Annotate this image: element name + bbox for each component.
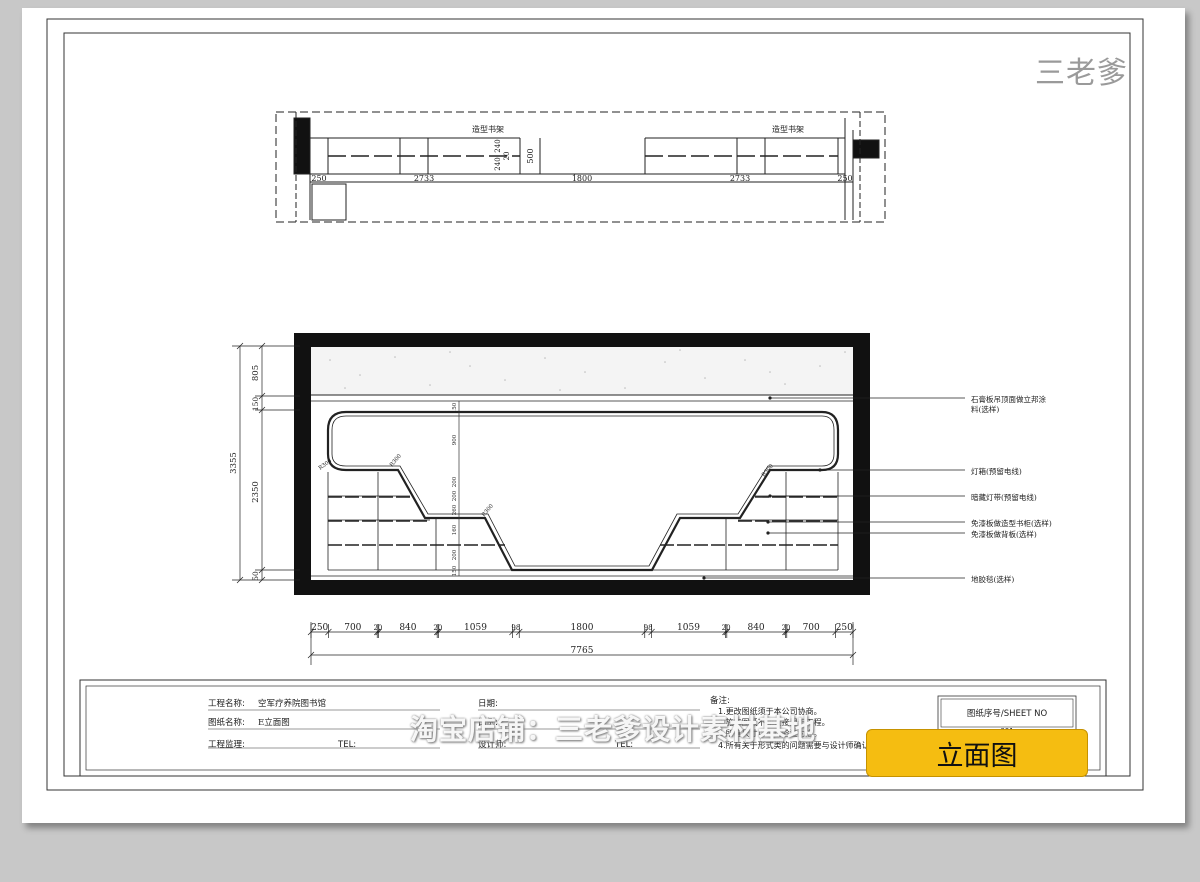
bottom-dim-label: 20 xyxy=(433,624,442,632)
annotation-ceiling-2: 料(选样) xyxy=(971,404,999,414)
plan-dim-5: 250 xyxy=(837,174,852,183)
inner-mark-7: 200 xyxy=(452,549,458,560)
plan-small-dim-3: 20 xyxy=(503,152,511,161)
plan-dim-1: 250 xyxy=(311,174,326,183)
annotations: 石膏板吊顶面做立邦涂 料(选样) 灯箱(预留电线) 暗藏灯带(预留电线) 免漆板… xyxy=(971,394,1052,584)
bottom-dim-label: 20 xyxy=(782,624,791,632)
inner-mark-4: 200 xyxy=(452,490,458,501)
vertical-dim-labels: 3355 805 150 2350 50 xyxy=(229,365,261,581)
shelf-right-label: 造型书架 xyxy=(772,124,804,134)
project-name-value: 空军疗养院图书馆 xyxy=(258,698,326,709)
leader-lines xyxy=(704,397,965,579)
watermark-top: 三老爹 xyxy=(1035,56,1128,91)
inner-mark-1: 150 xyxy=(452,402,458,413)
angle-mark-3: R300 xyxy=(481,503,495,518)
inner-marks: 150 900 200 200 260 160 200 150 R300 R30… xyxy=(318,402,776,576)
notes-label: 备注: xyxy=(710,695,730,706)
bottom-dim-label: 1059 xyxy=(677,623,700,633)
total-width-label: 7765 xyxy=(571,646,594,656)
inner-mark-6: 160 xyxy=(452,524,458,535)
plan-small-dim-2: 240 xyxy=(494,139,502,152)
height-part-3: 2350 xyxy=(251,481,261,503)
bottom-dim-label: 1800 xyxy=(571,623,594,633)
bottom-dim-label: 840 xyxy=(399,623,416,633)
watermark-shop: 淘宝店铺：三老爹设计素材基地 xyxy=(410,713,817,746)
bottom-dim-label: 20 xyxy=(722,624,731,632)
elevation-view xyxy=(294,333,870,595)
bottom-dim-label: 700 xyxy=(803,623,820,633)
height-part-4: 50 xyxy=(251,571,260,581)
height-total-label: 3355 xyxy=(229,452,239,474)
drawing-name-label: 图纸名称: xyxy=(208,717,245,728)
plan-small-dim-1: 240 xyxy=(494,157,502,170)
annotation-ceiling: 石膏板吊顶面做立邦涂 xyxy=(971,394,1046,404)
annotation-bookcase: 免漆板做造型书柜(选样) xyxy=(971,518,1052,528)
plan-depth-label: 500 xyxy=(526,148,535,163)
annotation-lightbox: 灯箱(预留电线) xyxy=(971,466,1022,476)
project-name-label: 工程名称: xyxy=(208,698,245,709)
tel-label-1: TEL: xyxy=(337,740,356,750)
supervisor-label: 工程监理: xyxy=(208,739,245,750)
inner-mark-2: 900 xyxy=(452,434,458,445)
sheet-no-label: 图纸序号/SHEET NO xyxy=(967,708,1048,719)
inner-mark-5: 260 xyxy=(452,504,458,515)
vertical-dimensions xyxy=(232,342,300,584)
bottom-dim-label: 20 xyxy=(373,624,382,632)
plan-dim-2: 2733 xyxy=(414,174,434,183)
inner-mark-3: 200 xyxy=(452,476,458,487)
plan-dim-3: 1800 xyxy=(572,174,592,183)
annotation-led-strip: 暗藏灯带(预留电线) xyxy=(971,492,1037,502)
bottom-dim-label: 98 xyxy=(644,624,653,632)
height-part-1: 805 xyxy=(251,365,261,381)
annotation-backboard: 免漆板做背板(选样) xyxy=(971,529,1037,539)
bottom-dim-label: 700 xyxy=(344,623,361,633)
horizontal-dim-labels: 250 700 20 840 20 1059 98 1800 98 1059 20 840 20 700 2… xyxy=(311,623,853,633)
elevation-badge-button[interactable]: 立面图 xyxy=(866,729,1088,777)
bottom-dim-label: 250 xyxy=(836,623,853,633)
inner-mark-8: 150 xyxy=(452,565,458,576)
drawing-name-value: E立面图 xyxy=(258,717,290,728)
plan-dim-4: 2733 xyxy=(730,174,750,183)
annotation-floor: 地胶毯(选样) xyxy=(971,574,1014,584)
shelf-left-label: 造型书架 xyxy=(472,124,504,134)
bottom-dim-label: 840 xyxy=(747,623,764,633)
height-part-2: 150 xyxy=(251,397,260,412)
leader-dots xyxy=(702,396,822,580)
bottom-dim-label: 1059 xyxy=(464,623,487,633)
bottom-dim-label: 98 xyxy=(511,624,520,632)
bottom-dim-label: 250 xyxy=(311,623,328,633)
